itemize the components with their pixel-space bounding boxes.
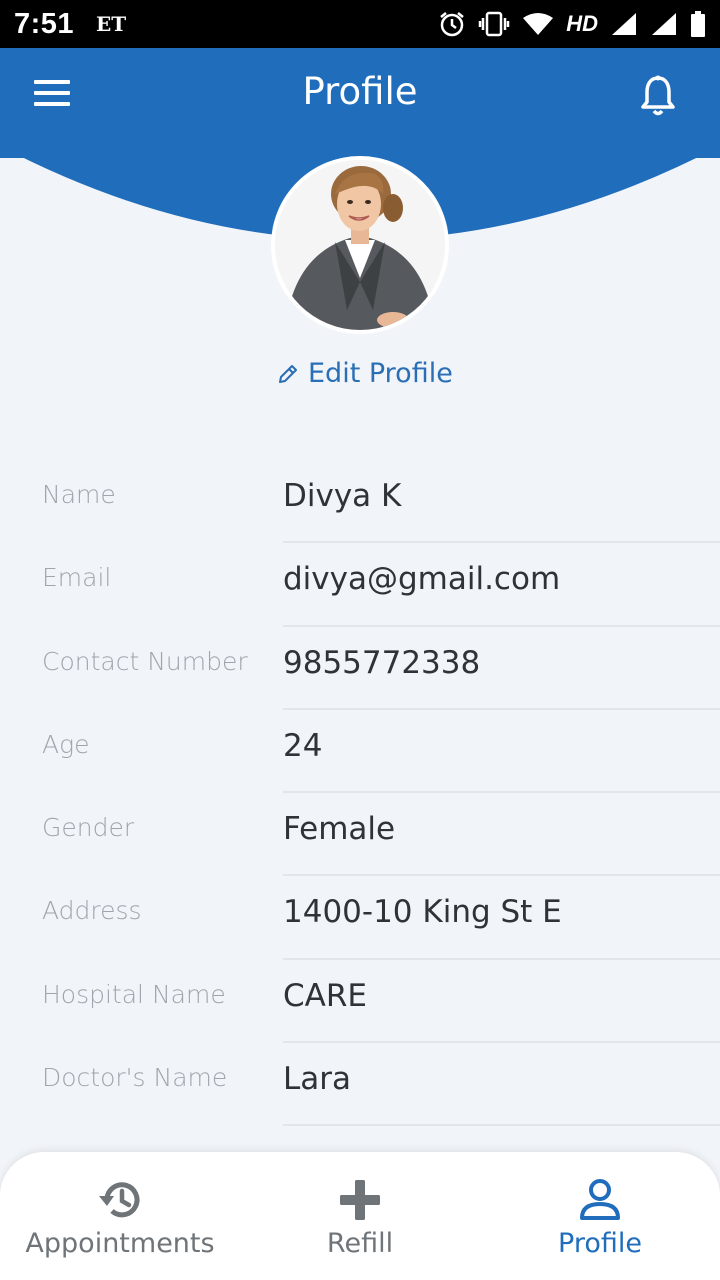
field-label: Age [42, 729, 90, 759]
page-title: Profile [302, 70, 418, 113]
field-label: Gender [42, 813, 135, 843]
alarm-icon [440, 12, 464, 37]
signal-icon-2 [652, 13, 676, 35]
field-value: divya@gmail.com [283, 561, 561, 598]
info-row-age: Age 24 [0, 710, 720, 794]
battery-icon [691, 11, 705, 37]
profile-avatar[interactable] [271, 156, 449, 334]
info-row-doctor: Doctor's Name Lara [0, 1043, 720, 1127]
network-type: HD [566, 11, 598, 36]
nav-label: Profile [558, 1228, 642, 1259]
info-row-name: Name Divya K [0, 460, 720, 544]
info-row-hospital: Hospital Name CARE [0, 960, 720, 1044]
profile-screen: 7:51 ET HD Profile Edit Profile Name Div… [0, 0, 720, 1280]
nav-label: Appointments [25, 1228, 215, 1259]
field-value: CARE [283, 977, 367, 1014]
field-label: Email [42, 563, 112, 593]
edit-profile-link[interactable]: Edit Profile [276, 358, 453, 389]
field-value: 1400-10 King St E [283, 894, 562, 931]
field-value: Lara [283, 1061, 352, 1098]
field-value: Divya K [283, 478, 402, 514]
notifications-button[interactable] [638, 74, 678, 118]
edit-profile-label: Edit Profile [308, 358, 453, 389]
signal-icon [612, 13, 636, 35]
status-icons: HD [438, 10, 706, 38]
nav-profile[interactable]: Profile [520, 1152, 680, 1280]
nav-refill[interactable]: Refill [280, 1152, 440, 1280]
field-label: Hospital Name [42, 979, 226, 1009]
nav-label: Refill [326, 1228, 394, 1259]
profile-info-list: Name Divya K Email divya@gmail.com Conta… [0, 460, 720, 1127]
pencil-icon [279, 364, 297, 383]
status-time: 7:51 [14, 7, 75, 40]
field-label: Contact Number [42, 646, 248, 676]
divider [283, 1124, 720, 1127]
wifi-icon [523, 13, 554, 35]
info-row-address: Address 1400-10 King St E [0, 876, 720, 960]
info-row-contact: Contact Number 9855772338 [0, 627, 720, 710]
bell-icon [641, 75, 675, 116]
vibrate-icon [478, 11, 510, 37]
info-row-email: Email divya@gmail.com [0, 543, 720, 627]
field-label: Name [42, 480, 116, 509]
status-bar: 7:51 ET HD [0, 0, 720, 48]
field-value: Female [283, 811, 396, 848]
field-value: 9855772338 [283, 644, 481, 681]
avatar-photo [275, 160, 445, 330]
bottom-nav: Appointments Refill Profile [0, 1152, 720, 1280]
plus-icon [340, 1180, 380, 1220]
history-icon [99, 1182, 140, 1218]
status-carrier: ET [96, 12, 127, 36]
field-label: Doctor's Name [42, 1063, 228, 1093]
info-row-gender: Gender Female [0, 793, 720, 877]
nav-appointments[interactable]: Appointments [20, 1152, 220, 1280]
field-value: 24 [283, 727, 323, 764]
user-icon [580, 1179, 620, 1220]
field-label: Address [42, 896, 142, 926]
